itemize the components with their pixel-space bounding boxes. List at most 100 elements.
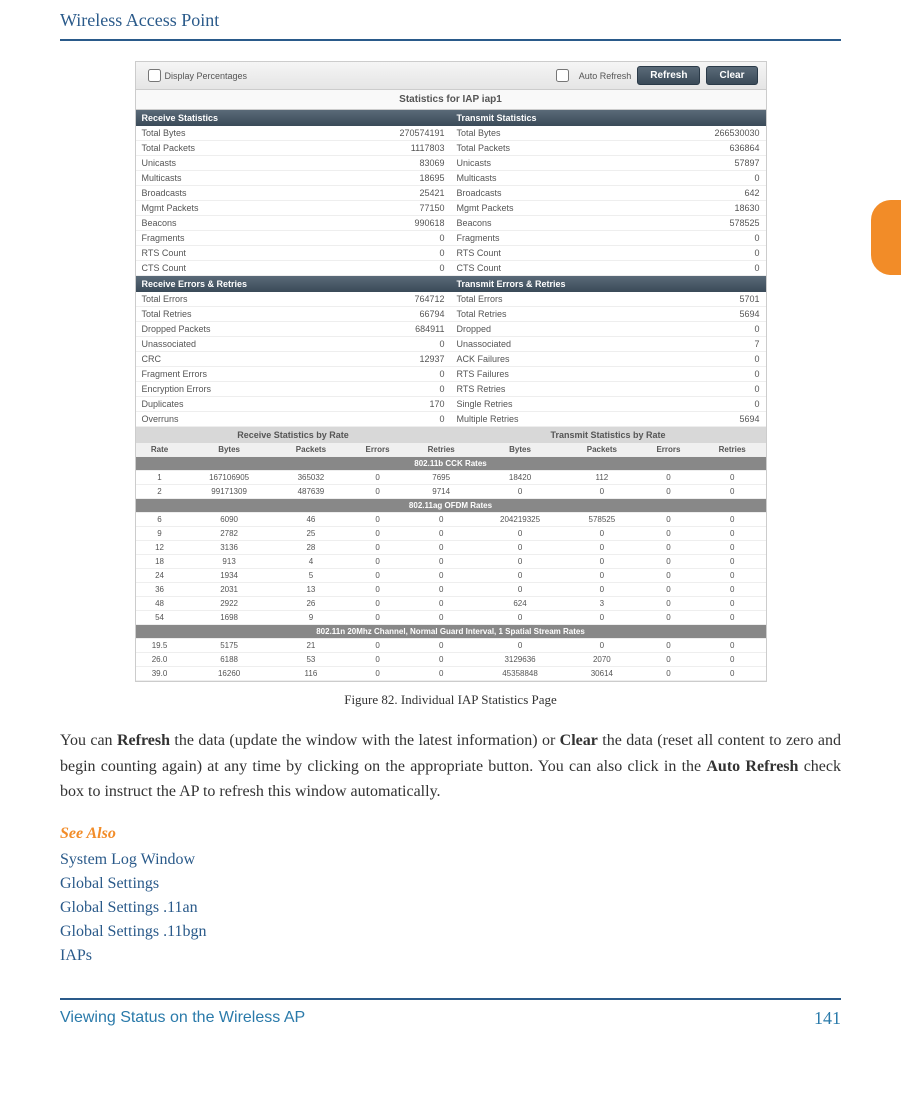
stats-label: Fragments [136, 231, 359, 245]
stats-row: CTS Count0 [136, 261, 451, 276]
stats-row: Duplicates170 [136, 397, 451, 412]
stats-row: Beacons578525 [451, 216, 766, 231]
stats-value: 5694 [674, 307, 766, 321]
rate-cell: 48 [136, 597, 184, 611]
stats-value: 25421 [359, 186, 451, 200]
rate-cell: 28 [275, 541, 348, 555]
stats-row: Mgmt Packets77150 [136, 201, 451, 216]
stats-label: Total Packets [136, 141, 359, 155]
stats-value: 0 [674, 367, 766, 381]
see-also-link[interactable]: System Log Window [60, 848, 841, 872]
stats-row: Encryption Errors0 [136, 382, 451, 397]
rate-cell: 0 [474, 527, 565, 541]
rate-cell: 0 [408, 555, 475, 569]
rate-cell: 0 [474, 639, 565, 653]
rate-cell: 21 [275, 639, 348, 653]
rate-cell: 204219325 [474, 513, 565, 527]
rate-cell: 36 [136, 583, 184, 597]
stats-row: RTS Count0 [451, 246, 766, 261]
auto-refresh-checkbox[interactable] [556, 69, 569, 82]
rate-column-header: Errors [347, 443, 408, 457]
rate-cell: 0 [408, 583, 475, 597]
rate-cell: 9 [275, 611, 348, 625]
rate-cell: 0 [474, 555, 565, 569]
rate-cell: 0 [566, 583, 639, 597]
rate-cell: 0 [408, 513, 475, 527]
rate-cell: 3136 [184, 541, 275, 555]
stats-label: Dropped [451, 322, 674, 336]
display-percentages-checkbox[interactable] [148, 69, 161, 82]
rate-cell: 0 [638, 653, 699, 667]
stats-value: 0 [674, 397, 766, 411]
rate-cell: 18 [136, 555, 184, 569]
stats-row: Dropped Packets684911 [136, 322, 451, 337]
rate-cell: 2 [136, 485, 184, 499]
stats-value: 0 [359, 412, 451, 426]
rate-cell: 4 [275, 555, 348, 569]
stats-label: Overruns [136, 412, 359, 426]
rate-cell: 0 [347, 569, 408, 583]
rate-cell: 0 [408, 569, 475, 583]
stats-row: ACK Failures0 [451, 352, 766, 367]
rate-cell: 0 [474, 485, 565, 499]
stats-title: Statistics for IAP iap1 [136, 90, 766, 110]
stats-row: Multicasts0 [451, 171, 766, 186]
see-also-link[interactable]: Global Settings .11bgn [60, 920, 841, 944]
rate-cell: 0 [566, 485, 639, 499]
rate-cell: 99171309 [184, 485, 275, 499]
stats-row: Beacons990618 [136, 216, 451, 231]
receive-by-rate-header: Receive Statistics by Rate [136, 427, 451, 443]
stats-row: Multicasts18695 [136, 171, 451, 186]
stats-label: Multicasts [136, 171, 359, 185]
see-also-link[interactable]: Global Settings .11an [60, 896, 841, 920]
see-also-link[interactable]: IAPs [60, 944, 841, 968]
rate-cell: 0 [474, 583, 565, 597]
stats-label: Unassociated [136, 337, 359, 351]
rate-cell: 53 [275, 653, 348, 667]
stats-row: RTS Failures0 [451, 367, 766, 382]
rate-cell: 0 [474, 611, 565, 625]
rate-cell: 46 [275, 513, 348, 527]
refresh-button[interactable]: Refresh [637, 66, 700, 85]
rate-cell: 2031 [184, 583, 275, 597]
rate-row: 2419345000000 [136, 569, 766, 583]
stats-value: 0 [359, 367, 451, 381]
stats-label: CRC [136, 352, 359, 366]
stats-row: Dropped0 [451, 322, 766, 337]
stats-label: Fragment Errors [136, 367, 359, 381]
rate-cell: 5175 [184, 639, 275, 653]
stats-label: Total Bytes [451, 126, 674, 140]
stats-row: Broadcasts25421 [136, 186, 451, 201]
rate-cell: 0 [638, 639, 699, 653]
stats-value: 170 [359, 397, 451, 411]
stats-value: 0 [674, 261, 766, 275]
rate-row: 12313628000000 [136, 541, 766, 555]
rate-row: 189134000000 [136, 555, 766, 569]
rate-cell: 0 [638, 527, 699, 541]
rate-cell: 0 [408, 527, 475, 541]
stats-value: 57897 [674, 156, 766, 170]
stats-label: Unicasts [136, 156, 359, 170]
stats-label: Total Errors [136, 292, 359, 306]
stats-value: 578525 [674, 216, 766, 230]
stats-value: 7 [674, 337, 766, 351]
rate-cell: 19.5 [136, 639, 184, 653]
stats-label: RTS Failures [451, 367, 674, 381]
rate-table: RateBytesPacketsErrorsRetriesBytesPacket… [136, 443, 766, 681]
stats-row: Total Packets636864 [451, 141, 766, 156]
clear-button[interactable]: Clear [706, 66, 757, 85]
rate-cell: 45358848 [474, 667, 565, 681]
rate-cell: 6 [136, 513, 184, 527]
rate-row: 19.5517521000000 [136, 639, 766, 653]
stats-value: 0 [674, 322, 766, 336]
rate-cell: 1 [136, 471, 184, 485]
receive-errors-header: Receive Errors & Retries [136, 276, 451, 292]
stats-label: Mgmt Packets [136, 201, 359, 215]
rate-cell: 24 [136, 569, 184, 583]
stats-label: Duplicates [136, 397, 359, 411]
rate-cell: 18420 [474, 471, 565, 485]
stats-value: 12937 [359, 352, 451, 366]
stats-row: CRC12937 [136, 352, 451, 367]
rate-cell: 0 [699, 485, 766, 499]
see-also-link[interactable]: Global Settings [60, 872, 841, 896]
